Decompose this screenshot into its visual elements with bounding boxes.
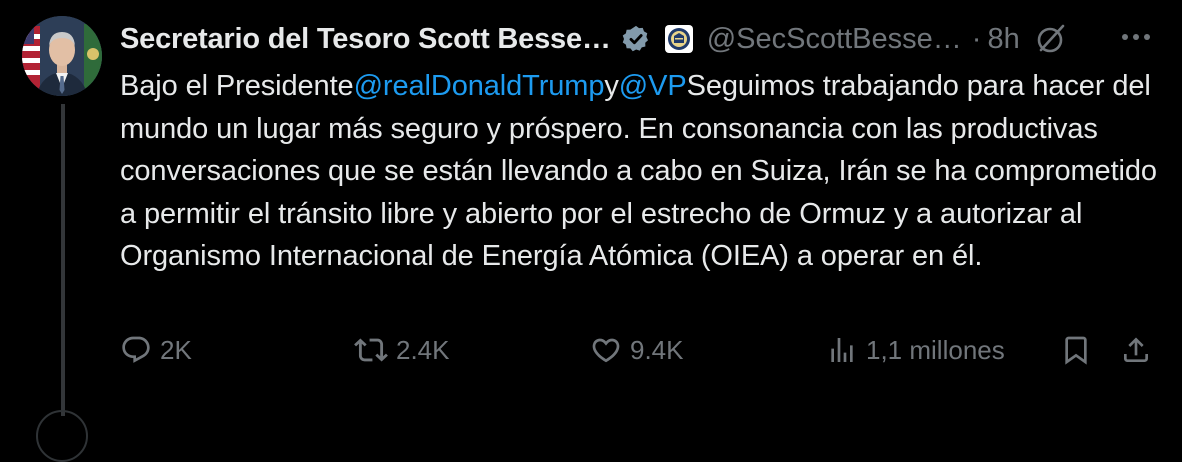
post-text-part: y — [604, 70, 619, 102]
bookmark-icon — [1060, 334, 1092, 366]
post-text: Bajo el Presidente@realDonaldTrumpy@VPSe… — [120, 65, 1160, 278]
views-count: 1,1 millones — [866, 334, 1005, 365]
mention-link[interactable]: @realDonaldTrump — [354, 70, 605, 102]
post-text-part: Bajo el Presidente — [120, 70, 354, 102]
display-name[interactable]: Secretario del Tesoro Scott Besse… — [120, 19, 611, 59]
reply-icon — [120, 334, 152, 366]
repost-button[interactable]: 2.4K — [354, 330, 450, 370]
timestamp[interactable]: 8h — [987, 19, 1019, 59]
reply-count: 2K — [160, 334, 192, 365]
avatar[interactable] — [22, 16, 102, 96]
grok-icon[interactable] — [1034, 22, 1068, 56]
share-icon — [1120, 334, 1152, 366]
treasury-seal-icon[interactable] — [664, 25, 693, 53]
share-button[interactable] — [1120, 330, 1152, 370]
views-button[interactable]: 1,1 millones — [826, 330, 1005, 370]
thread-line — [61, 104, 65, 416]
reply-button[interactable]: 2K — [120, 330, 192, 370]
mention-link[interactable]: @VP — [619, 70, 687, 102]
verified-badge-icon[interactable] — [621, 24, 651, 54]
views-chart-icon — [826, 334, 858, 366]
next-post-avatar[interactable] — [36, 410, 88, 462]
like-count: 9.4K — [630, 334, 684, 365]
more-options-icon[interactable] — [1118, 22, 1154, 52]
repost-icon — [354, 333, 388, 367]
separator-dot: · — [971, 23, 982, 55]
repost-count: 2.4K — [396, 334, 450, 365]
post[interactable]: Secretario del Tesoro Scott Besse… @SecS… — [0, 0, 1182, 462]
like-button[interactable]: 9.4K — [590, 330, 684, 370]
bookmark-button[interactable] — [1060, 330, 1092, 370]
heart-icon — [590, 334, 622, 366]
handle[interactable]: @SecScottBesse… — [707, 19, 962, 59]
action-bar: 2K 2.4K 9.4K 1,1 millones — [120, 330, 1160, 370]
post-header: Secretario del Tesoro Scott Besse… @SecS… — [120, 19, 1068, 59]
